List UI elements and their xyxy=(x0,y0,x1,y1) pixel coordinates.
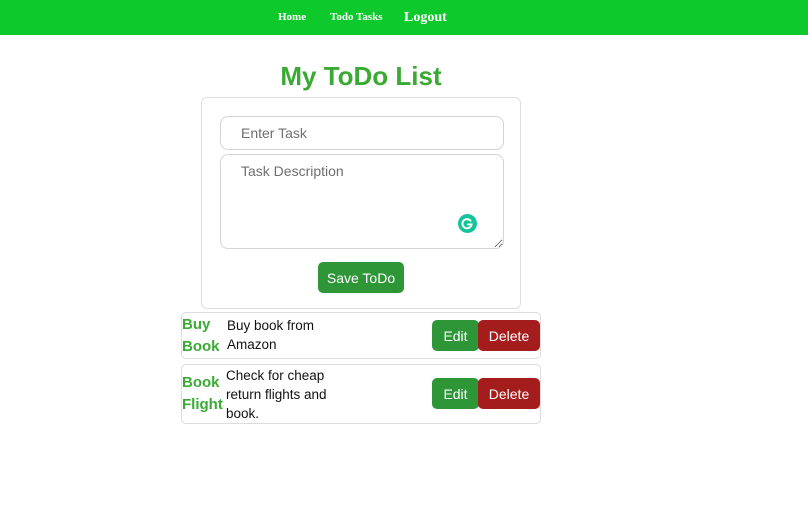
todo-item-title: Buy Book xyxy=(182,316,220,355)
todo-item-description: Buy book from Amazon xyxy=(227,318,315,352)
delete-todo-button[interactable]: Delete xyxy=(478,320,540,351)
nav-home-link[interactable]: Home xyxy=(278,0,306,35)
task-description-textarea[interactable] xyxy=(220,154,504,249)
edit-todo-button[interactable]: Edit xyxy=(432,378,479,409)
navbar: Home Todo Tasks Logout xyxy=(0,0,808,35)
edit-todo-button[interactable]: Edit xyxy=(432,320,479,351)
task-input[interactable] xyxy=(220,116,504,150)
todo-item-title: Book Flight xyxy=(182,374,223,413)
todo-item-description: Check for cheap return flights and book. xyxy=(226,368,327,421)
nav-logout-link[interactable]: Logout xyxy=(404,0,447,35)
todo-item: Book Flight Check for cheap return fligh… xyxy=(181,364,541,424)
todo-form-card: Save ToDo xyxy=(201,97,521,309)
delete-todo-button[interactable]: Delete xyxy=(478,378,540,409)
page-title: My ToDo List xyxy=(280,61,442,91)
save-todo-button[interactable]: Save ToDo xyxy=(318,262,404,293)
nav-todo-tasks-link[interactable]: Todo Tasks xyxy=(330,0,383,35)
todo-item: Buy Book Buy book from Amazon Edit Delet… xyxy=(181,312,541,359)
grammarly-icon[interactable] xyxy=(458,214,477,233)
